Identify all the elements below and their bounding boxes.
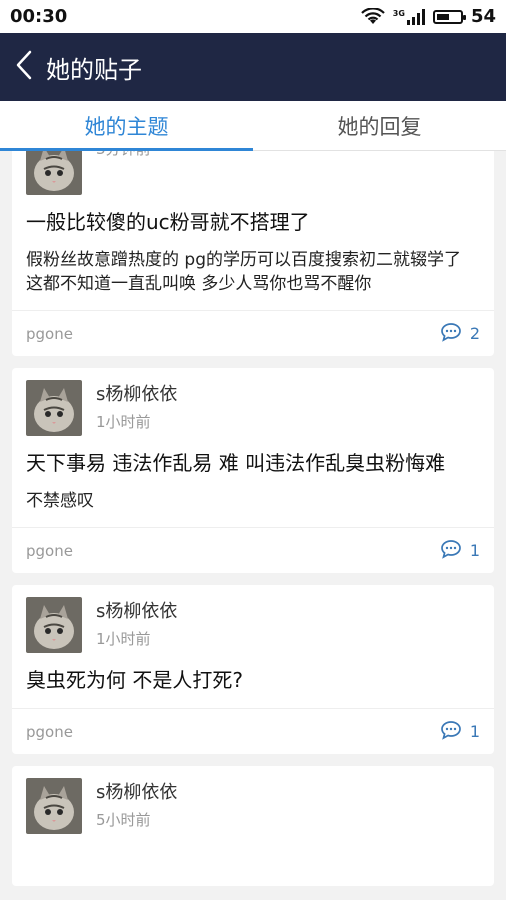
chevron-left-icon — [15, 50, 33, 84]
page-title: 她的贴子 — [46, 55, 142, 84]
post-body: 假粉丝故意蹭热度的 pg的学历可以百度搜索初二就辍学了 这都不知道一直乱叫唤 多… — [26, 250, 461, 294]
comment-bubble-icon — [440, 322, 462, 346]
tab-her-topics[interactable]: 她的主题 — [0, 101, 253, 150]
back-button[interactable] — [2, 33, 46, 101]
post-author[interactable]: s杨柳依依 — [96, 600, 177, 624]
avatar[interactable] — [26, 380, 82, 436]
forum-name[interactable]: pgone — [26, 723, 73, 741]
signal-icon: 3G — [392, 8, 425, 25]
app-header: 她的贴子 — [0, 33, 506, 101]
reply-count-button[interactable]: 1 — [440, 720, 480, 744]
post-time: 1小时前 — [96, 413, 151, 431]
reply-count: 1 — [469, 722, 480, 741]
tab-bar: 她的主题 她的回复 — [0, 101, 506, 151]
post-card[interactable]: 3分钟前 一般比较傻的uc粉哥就不搭理了 假粉丝故意蹭热度的 pg的学历可以百度… — [12, 151, 494, 356]
battery-icon — [432, 9, 466, 24]
post-card[interactable]: s杨柳依依 1小时前 天下事易 违法作乱易 难 叫违法作乱臭虫粉悔难 不禁感叹 … — [12, 368, 494, 573]
network-type: 3G — [392, 8, 405, 18]
post-card[interactable]: s杨柳依依 5小时前 — [12, 766, 494, 886]
comment-bubble-icon — [440, 539, 462, 563]
post-feed[interactable]: 3分钟前 一般比较傻的uc粉哥就不搭理了 假粉丝故意蹭热度的 pg的学历可以百度… — [0, 151, 506, 900]
reply-count-button[interactable]: 2 — [440, 322, 480, 346]
forum-name[interactable]: pgone — [26, 542, 73, 560]
post-body: 不禁感叹 — [26, 491, 94, 511]
post-author[interactable]: s杨柳依依 — [96, 781, 177, 805]
post-title: 一般比较傻的uc粉哥就不搭理了 — [26, 210, 310, 234]
avatar[interactable] — [26, 151, 82, 195]
status-bar: 00:30 3G 54 — [0, 0, 506, 33]
wifi-icon — [361, 7, 385, 26]
post-footer: pgone 1 — [12, 708, 494, 754]
reply-count: 1 — [469, 541, 480, 560]
reply-count: 2 — [469, 324, 480, 343]
avatar[interactable] — [26, 597, 82, 653]
battery-level: 54 — [470, 6, 496, 27]
post-title: 臭虫死为何 不是人打死? — [26, 668, 243, 692]
tab-her-replies[interactable]: 她的回复 — [253, 101, 506, 150]
forum-name[interactable]: pgone — [26, 325, 73, 343]
post-footer: pgone 1 — [12, 527, 494, 573]
post-footer: pgone 2 — [12, 310, 494, 356]
post-title: 天下事易 违法作乱易 难 叫违法作乱臭虫粉悔难 — [26, 451, 446, 475]
status-time: 00:30 — [10, 6, 68, 27]
reply-count-button[interactable]: 1 — [440, 539, 480, 563]
post-time: 3分钟前 — [96, 151, 151, 159]
post-time: 5小时前 — [96, 811, 151, 829]
comment-bubble-icon — [440, 720, 462, 744]
post-author[interactable]: s杨柳依依 — [96, 383, 177, 407]
avatar[interactable] — [26, 778, 82, 834]
post-card[interactable]: s杨柳依依 1小时前 臭虫死为何 不是人打死? pgone 1 — [12, 585, 494, 754]
post-time: 1小时前 — [96, 630, 151, 648]
